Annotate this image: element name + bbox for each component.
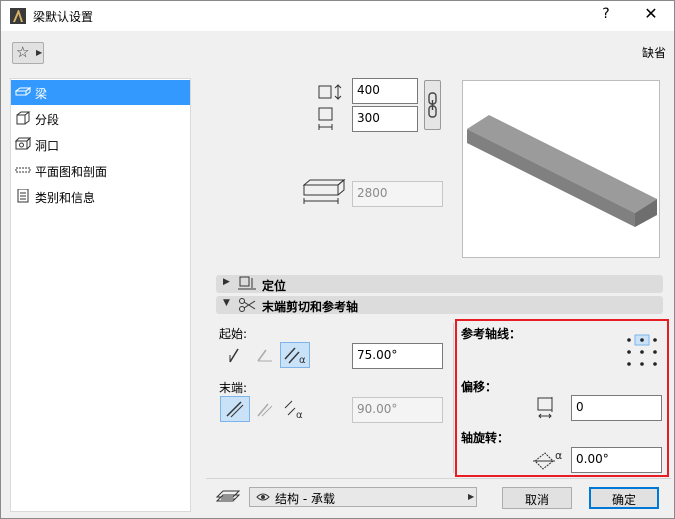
end-cut-angle-button[interactable]: α	[280, 396, 310, 422]
beam-3d-preview	[462, 80, 660, 258]
positioning-section-title: 定位	[262, 279, 287, 293]
end-cut-section-header[interactable]: ▼ 末端剪切和参考轴	[216, 296, 663, 314]
end-angle-input[interactable]: 90.00°	[352, 397, 443, 423]
star-icon: ☆	[16, 43, 30, 61]
start-label: 起始:	[219, 327, 248, 341]
chain-link-icon	[428, 92, 437, 118]
positioning-icon	[238, 276, 256, 290]
svg-text:α: α	[299, 355, 306, 366]
triangle-right-icon: ▶	[223, 277, 230, 287]
axis-rotation-icon: α	[533, 449, 562, 470]
cancel-button[interactable]: 取消	[502, 487, 572, 509]
anchor-point-grid-icon[interactable]	[626, 333, 658, 369]
sidebar-item-segment[interactable]: 分段	[11, 106, 190, 131]
title-bar: 梁默认设置 ? ✕	[1, 1, 674, 31]
start-cut-angle-button[interactable]: α	[280, 342, 310, 368]
end-cut-horizontal-button[interactable]	[250, 396, 280, 422]
beam-width-icon	[318, 107, 333, 130]
beam-preview-graphic	[467, 115, 657, 227]
classification-icon	[17, 189, 29, 203]
dialog-window: 梁默认设置 ? ✕ ☆ ▶ 缺省 梁 分段 洞口 平面图和剖面 类别和信息 40…	[0, 0, 675, 519]
end-cut-section-title: 末端剪切和参考轴	[262, 300, 359, 314]
scissors-icon	[239, 298, 256, 312]
end-label: 末端:	[219, 381, 248, 395]
slanted-cut-icon	[226, 401, 244, 418]
layer-icon	[215, 490, 241, 502]
sidebar-item-label: 分段	[35, 113, 60, 127]
beam-width-input[interactable]: 300	[352, 106, 418, 132]
slanted-cut-icon	[229, 348, 239, 363]
offset-icon	[537, 397, 553, 419]
start-cut-horizontal-button[interactable]	[250, 342, 280, 368]
help-button[interactable]: ?	[598, 6, 614, 22]
window-title: 梁默认设置	[33, 10, 94, 24]
beam-height-icon	[318, 84, 342, 100]
angle-cut-icon: α	[284, 347, 306, 366]
angle-cut-icon: α	[284, 400, 303, 421]
sidebar-item-beam[interactable]: 梁	[11, 80, 190, 105]
close-button[interactable]: ✕	[641, 4, 661, 23]
triangle-down-icon: ▼	[223, 298, 230, 308]
default-label: 缺省	[642, 46, 667, 60]
end-cut-vertical-button[interactable]	[220, 396, 250, 422]
offset-label: 偏移：	[461, 380, 498, 394]
beam-height-input[interactable]: 400	[352, 78, 418, 104]
sidebar-item-hole[interactable]: 洞口	[11, 132, 190, 157]
sidebar-item-classification[interactable]: 类别和信息	[11, 184, 190, 209]
footer-separator	[206, 478, 671, 479]
sidebar-item-label: 平面图和剖面	[35, 165, 108, 179]
sidebar: 梁 分段 洞口 平面图和剖面 类别和信息	[10, 78, 191, 512]
beam-icon	[15, 87, 31, 96]
eye-icon	[256, 493, 270, 501]
beam-length-input[interactable]: 2800	[352, 181, 443, 207]
reference-axis-label: 参考轴线：	[461, 327, 522, 341]
segment-icon	[16, 111, 31, 125]
favorites-button[interactable]: ☆ ▶	[12, 42, 44, 64]
triangle-right-icon: ▶	[36, 48, 43, 57]
axis-rotation-input[interactable]: 0.00°	[571, 447, 662, 473]
layer-select-value: 结构 - 承载	[275, 492, 335, 506]
archicad-logo-icon	[10, 8, 26, 24]
ok-button[interactable]: 确定	[589, 487, 659, 509]
positioning-section-header[interactable]: ▶ 定位	[216, 275, 663, 293]
horizontal-cut-icon	[257, 403, 273, 417]
start-angle-input[interactable]: 75.00°	[352, 343, 443, 369]
horizontal-cut-icon	[257, 349, 272, 362]
hole-icon	[15, 137, 31, 150]
triangle-right-icon: ▶	[468, 492, 475, 501]
panel-divider	[453, 323, 454, 473]
svg-text:α: α	[296, 410, 303, 421]
link-dimensions-button[interactable]	[424, 80, 441, 130]
sidebar-item-label: 洞口	[35, 139, 60, 153]
sidebar-item-label: 梁	[35, 87, 48, 101]
offset-input[interactable]: 0	[571, 395, 662, 421]
start-cut-vertical-button[interactable]	[220, 342, 250, 368]
sidebar-item-label: 类别和信息	[35, 191, 96, 205]
sidebar-item-floorplan-section[interactable]: 平面图和剖面	[11, 158, 190, 183]
axis-rotation-label: 轴旋转：	[461, 431, 510, 445]
floorplan-section-icon	[15, 167, 31, 173]
svg-text:α: α	[555, 449, 562, 462]
layer-select[interactable]: 结构 - 承载 ▶	[249, 487, 477, 507]
beam-length-icon	[302, 178, 346, 204]
